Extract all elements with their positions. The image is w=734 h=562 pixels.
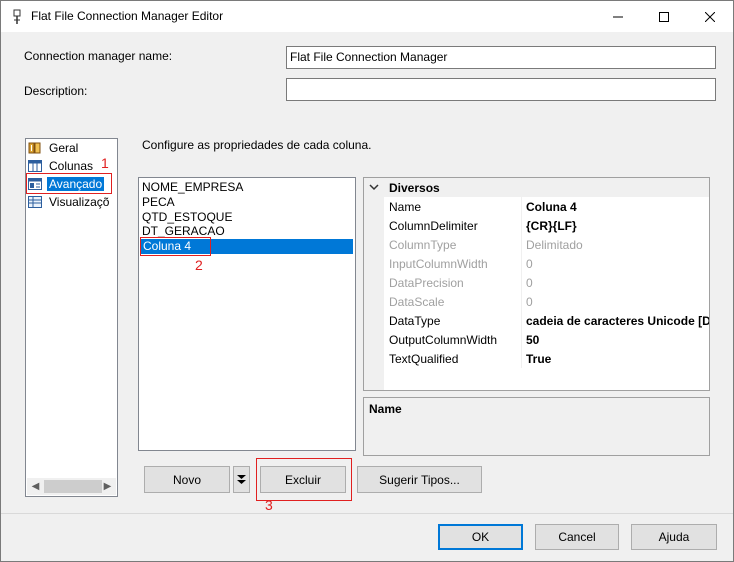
instruction-text: Configure as propriedades de cada coluna… <box>142 138 372 152</box>
annotation-box-1 <box>26 173 112 194</box>
ok-button-label: OK <box>471 530 490 544</box>
property-name: TextQualified <box>389 352 459 366</box>
property-row-outputcolumnwidth[interactable]: OutputColumnWidth 50 <box>384 330 709 349</box>
description-label: Description: <box>24 84 88 98</box>
scroll-right-icon[interactable]: ▶ <box>99 478 116 495</box>
annotation-number-3: 3 <box>265 497 273 513</box>
ajuda-button-label: Ajuda <box>658 530 690 544</box>
minimize-icon <box>613 16 623 17</box>
close-icon <box>705 11 715 22</box>
property-name: OutputColumnWidth <box>389 333 498 347</box>
property-description-title: Name <box>369 402 402 416</box>
property-row-columntype[interactable]: ColumnType Delimitado <box>384 235 709 254</box>
connection-icon <box>13 9 21 24</box>
property-value: 0 <box>526 295 533 309</box>
nav-item-label: Geral <box>49 141 79 155</box>
novo-button-label: Novo <box>172 472 201 487</box>
property-row-datatype[interactable]: DataType cadeia de caracteres Unicode [D… <box>384 311 709 330</box>
property-value[interactable]: Coluna 4 <box>526 200 577 214</box>
connection-name-field[interactable]: Flat File Connection Manager <box>286 46 716 69</box>
annotation-number-1: 1 <box>101 155 109 171</box>
property-value: 0 <box>526 276 533 290</box>
nav-horizontal-scrollbar[interactable]: ◀ ▶ <box>27 478 116 495</box>
footer-separator <box>1 513 733 514</box>
property-category[interactable]: Diversos <box>364 178 709 197</box>
minimize-button[interactable] <box>595 1 641 32</box>
property-row-columndelimiter[interactable]: ColumnDelimiter {CR}{LF} <box>384 216 709 235</box>
annotation-box-2 <box>140 237 211 256</box>
dialog-window: Flat File Connection Manager Editor Conn… <box>0 0 734 562</box>
property-name: ColumnType <box>389 238 457 252</box>
ajuda-button[interactable]: Ajuda <box>631 524 717 550</box>
property-name: DataPrecision <box>389 276 464 290</box>
double-chevron-down-icon <box>237 475 246 484</box>
list-item[interactable]: PECA <box>142 195 175 210</box>
ok-button[interactable]: OK <box>438 524 523 550</box>
column-list: NOME_EMPRESA PECA QTD_ESTOQUE DT_GERACAO… <box>138 177 356 451</box>
property-value: 0 <box>526 257 533 271</box>
property-value[interactable]: True <box>526 352 551 366</box>
close-button[interactable] <box>687 1 733 32</box>
connection-name-label: Connection manager name: <box>24 49 173 63</box>
scroll-left-icon[interactable]: ◀ <box>27 478 44 495</box>
list-item[interactable]: QTD_ESTOQUE <box>142 210 232 225</box>
cancel-button-label: Cancel <box>558 530 596 544</box>
maximize-icon <box>659 11 669 22</box>
property-name: DataScale <box>389 295 445 309</box>
property-grid-gutter <box>364 178 384 390</box>
title-bar: Flat File Connection Manager Editor <box>1 1 733 32</box>
nav-item-geral[interactable]: Geral <box>28 139 80 157</box>
property-row-datascale[interactable]: DataScale 0 <box>384 292 709 311</box>
novo-dropdown-button[interactable] <box>233 466 250 493</box>
property-row-textqualified[interactable]: TextQualified True <box>384 349 709 368</box>
annotation-number-2: 2 <box>195 257 203 273</box>
chevron-down-icon <box>369 184 379 191</box>
property-row-inputcolumnwidth[interactable]: InputColumnWidth 0 <box>384 254 709 273</box>
nav-item-visualizacao[interactable]: Visualizaçõ <box>28 193 111 211</box>
property-value[interactable]: 50 <box>526 333 539 347</box>
columns-icon <box>28 160 42 172</box>
property-value[interactable]: cadeia de caracteres Unicode [DT <box>526 314 709 328</box>
property-value[interactable]: {CR}{LF} <box>526 219 577 233</box>
cancel-button[interactable]: Cancel <box>535 524 619 550</box>
novo-button[interactable]: Novo <box>144 466 230 493</box>
description-field[interactable] <box>286 78 716 101</box>
nav-item-label: Colunas <box>49 159 94 173</box>
nav-item-label: Visualizaçõ <box>49 195 110 209</box>
category-label: Diversos <box>389 181 440 195</box>
window-title: Flat File Connection Manager Editor <box>31 9 224 23</box>
property-name: ColumnDelimiter <box>389 219 478 233</box>
property-name: DataType <box>389 314 441 328</box>
property-row-name[interactable]: Name Coluna 4 <box>384 197 709 216</box>
sugerir-tipos-button-label: Sugerir Tipos... <box>379 472 460 487</box>
property-row-dataprecision[interactable]: DataPrecision 0 <box>384 273 709 292</box>
list-item[interactable]: NOME_EMPRESA <box>142 180 243 195</box>
sugerir-tipos-button[interactable]: Sugerir Tipos... <box>357 466 482 493</box>
property-name: Name <box>389 200 422 214</box>
annotation-box-3 <box>256 458 352 501</box>
property-description-panel: Name <box>363 397 710 456</box>
property-name: InputColumnWidth <box>389 257 488 271</box>
property-value: Delimitado <box>526 238 583 252</box>
preview-icon <box>28 196 42 208</box>
general-icon <box>28 142 41 154</box>
maximize-button[interactable] <box>641 1 687 32</box>
property-grid: Diversos Name Coluna 4 ColumnDelimiter {… <box>363 177 710 391</box>
scroll-thumb[interactable] <box>44 480 102 493</box>
